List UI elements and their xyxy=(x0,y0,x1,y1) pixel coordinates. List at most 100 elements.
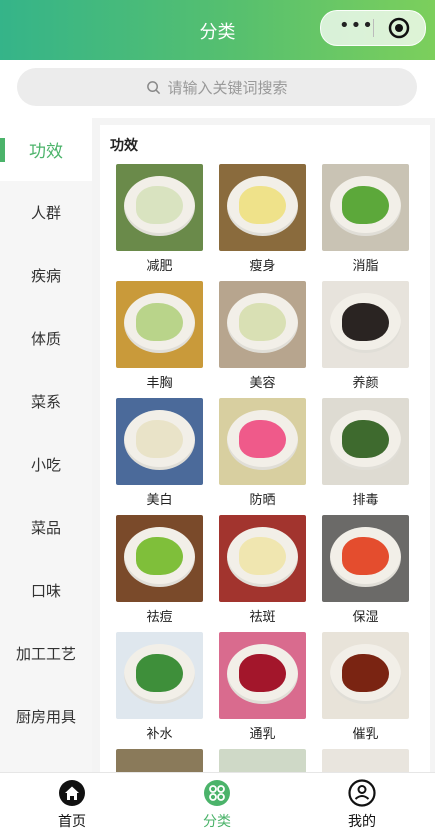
sidebar-item-label: 厨房用具 xyxy=(15,708,76,726)
profile-icon xyxy=(348,779,376,807)
category-grid-item[interactable]: 祛斑 xyxy=(219,515,306,625)
sidebar-item-constitution[interactable]: 体质 xyxy=(0,307,92,370)
food-photo xyxy=(322,281,409,368)
category-grid-label: 减肥 xyxy=(146,259,173,274)
food-photo xyxy=(116,398,203,485)
food-shape xyxy=(136,303,183,341)
tab-category[interactable]: 分类 xyxy=(177,773,257,837)
food-photo xyxy=(219,164,306,251)
bottom-tab-bar: 首页 分类 我的 xyxy=(0,772,435,837)
category-grid-item[interactable]: 养颜 xyxy=(322,281,409,391)
sidebar-item-flavor[interactable]: 口味 xyxy=(0,559,92,622)
category-grid-label: 消脂 xyxy=(352,259,379,274)
category-grid-label: 防晒 xyxy=(249,493,276,508)
category-grid-item[interactable]: 排毒 xyxy=(322,398,409,508)
category-grid-label: 补水 xyxy=(146,727,173,742)
food-photo xyxy=(322,749,409,772)
category-grid-item[interactable]: 防晒 xyxy=(219,398,306,508)
food-shape xyxy=(239,420,286,458)
search-area: 请输入关键词搜索 xyxy=(0,60,435,118)
food-photo xyxy=(322,515,409,602)
top-nav-bar: 分类 ••• xyxy=(0,0,435,60)
tab-label: 我的 xyxy=(348,814,376,830)
food-photo xyxy=(219,749,306,772)
category-grid-item[interactable]: 催乳 xyxy=(322,632,409,742)
category-grid-item[interactable] xyxy=(116,749,203,772)
category-grid-item[interactable]: 通乳 xyxy=(219,632,306,742)
search-input[interactable]: 请输入关键词搜索 xyxy=(17,68,417,106)
food-shape xyxy=(342,654,389,692)
food-shape xyxy=(239,303,286,341)
category-grid-label: 催乳 xyxy=(352,727,379,742)
sidebar-item-snacks[interactable]: 小吃 xyxy=(0,433,92,496)
sidebar-item-label: 口味 xyxy=(30,582,61,600)
food-photo xyxy=(219,398,306,485)
search-placeholder: 请输入关键词搜索 xyxy=(167,78,288,97)
capsule-divider xyxy=(373,19,374,37)
sidebar-item-label: 菜系 xyxy=(30,393,61,411)
tab-profile[interactable]: 我的 xyxy=(322,773,402,837)
sidebar-item-label: 疾病 xyxy=(30,267,61,285)
food-shape xyxy=(136,186,183,224)
sidebar-item-label: 人群 xyxy=(30,204,61,222)
home-icon xyxy=(59,780,85,806)
food-photo xyxy=(322,164,409,251)
sidebar-item-crowd[interactable]: 人群 xyxy=(0,181,92,244)
sidebar-item-label: 功效 xyxy=(29,142,63,162)
category-grid-label: 美容 xyxy=(249,376,276,391)
category-grid-item[interactable] xyxy=(219,749,306,772)
food-photo xyxy=(116,515,203,602)
sidebar-item-disease[interactable]: 疾病 xyxy=(0,244,92,307)
tab-home[interactable]: 首页 xyxy=(32,773,112,837)
food-photo xyxy=(116,632,203,719)
food-photo xyxy=(322,632,409,719)
category-grid-label: 美白 xyxy=(146,493,173,508)
food-shape xyxy=(342,186,389,224)
search-icon xyxy=(147,80,161,94)
sidebar-item-label: 体质 xyxy=(30,330,61,348)
food-photo xyxy=(116,281,203,368)
category-content: 功效 减肥 瘦身 消脂丰胸 美容 养颜美白 防晒 排毒祛痘 祛斑 保湿补水 通乳 催乳 xyxy=(100,125,430,772)
sidebar-item-efficacy[interactable]: 功效 xyxy=(0,118,92,181)
category-grid-item[interactable]: 丰胸 xyxy=(116,281,203,391)
category-grid-label: 通乳 xyxy=(249,727,276,742)
category-grid-item[interactable]: 保湿 xyxy=(322,515,409,625)
food-shape xyxy=(239,186,286,224)
mini-program-capsule: ••• xyxy=(320,10,426,46)
category-grid-item[interactable]: 补水 xyxy=(116,632,203,742)
category-grid-item[interactable]: 减肥 xyxy=(116,164,203,274)
food-shape xyxy=(136,654,183,692)
sidebar-item-process[interactable]: 加工工艺 xyxy=(0,622,92,685)
category-grid-item[interactable]: 瘦身 xyxy=(219,164,306,274)
sidebar-item-label: 加工工艺 xyxy=(15,645,76,663)
sidebar-item-label: 小吃 xyxy=(30,456,61,474)
section-title: 功效 xyxy=(110,138,138,154)
sidebar-item-label: 菜品 xyxy=(30,519,61,537)
category-grid-label: 排毒 xyxy=(352,493,379,508)
more-options-icon[interactable]: ••• xyxy=(339,17,374,35)
close-miniprogram-icon[interactable] xyxy=(388,17,410,39)
category-grid-label: 祛斑 xyxy=(249,610,276,625)
category-grid-label: 瘦身 xyxy=(249,259,276,274)
food-shape xyxy=(342,303,389,341)
food-photo xyxy=(322,398,409,485)
category-grid-item[interactable]: 祛痘 xyxy=(116,515,203,625)
category-grid-item[interactable]: 美白 xyxy=(116,398,203,508)
category-grid-item[interactable]: 美容 xyxy=(219,281,306,391)
sidebar-item-cuisine[interactable]: 菜系 xyxy=(0,370,92,433)
food-photo xyxy=(219,281,306,368)
category-sidebar: 功效 人群 疾病 体质 菜系 小吃 菜品 口味 加工工艺 厨房用具 场景 xyxy=(0,118,92,789)
food-photo xyxy=(219,632,306,719)
sidebar-item-kitchenware[interactable]: 厨房用具 xyxy=(0,685,92,748)
category-grid-item[interactable]: 消脂 xyxy=(322,164,409,274)
category-grid-label: 保湿 xyxy=(352,610,379,625)
category-grid-label: 养颜 xyxy=(352,376,379,391)
tab-label: 首页 xyxy=(58,814,86,830)
food-photo xyxy=(116,164,203,251)
food-shape xyxy=(342,537,389,575)
sidebar-item-dishes[interactable]: 菜品 xyxy=(0,496,92,559)
food-photo xyxy=(116,749,203,772)
category-grid-item[interactable] xyxy=(322,749,409,772)
food-shape xyxy=(136,420,183,458)
food-shape xyxy=(136,537,183,575)
